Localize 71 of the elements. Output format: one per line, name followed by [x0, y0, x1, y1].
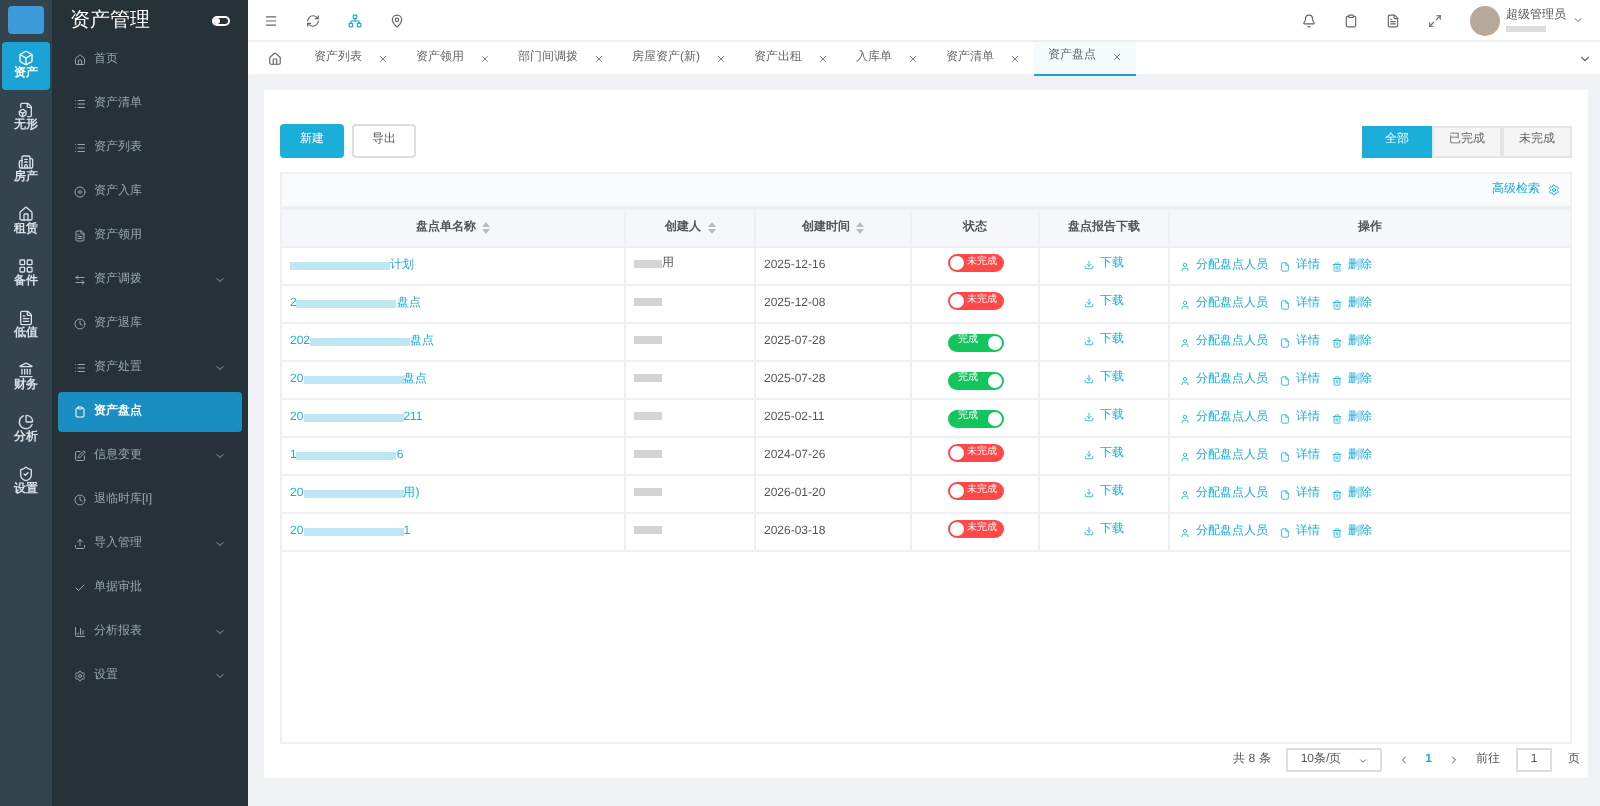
trash-icon[interactable] [1332, 261, 1342, 271]
bell-icon[interactable] [1302, 13, 1316, 27]
redacted-block [634, 260, 662, 269]
trash-icon[interactable] [1332, 299, 1342, 309]
sort-icon[interactable] [482, 222, 490, 234]
settings-icon[interactable] [1548, 184, 1560, 196]
rail-icon [18, 50, 34, 66]
person-icon[interactable] [1180, 337, 1190, 347]
download-icon[interactable] [1084, 449, 1094, 459]
person-icon[interactable] [1180, 375, 1190, 385]
person-icon[interactable] [1180, 413, 1190, 423]
redacted-block [296, 452, 397, 460]
rail-icon [18, 414, 34, 430]
download-icon[interactable] [1084, 373, 1094, 383]
fullscreen-icon[interactable] [1428, 13, 1442, 27]
download-icon[interactable] [1084, 525, 1094, 535]
document-icon[interactable] [1386, 13, 1400, 27]
person-icon[interactable] [1180, 489, 1190, 499]
chevron-icon[interactable] [1578, 51, 1592, 65]
trash-icon[interactable] [1332, 413, 1342, 423]
download-icon[interactable] [1084, 297, 1094, 307]
rail-icon [18, 206, 34, 222]
redacted-block [634, 449, 662, 457]
sort-icon[interactable] [707, 222, 715, 234]
redacted-block [310, 338, 411, 346]
redacted-block [634, 411, 662, 419]
redacted-block [634, 373, 662, 381]
download-icon[interactable] [1084, 259, 1094, 269]
redacted-block [290, 262, 390, 271]
redacted-block [634, 525, 662, 533]
sort-icon[interactable] [856, 222, 864, 234]
person-icon[interactable] [1180, 299, 1190, 309]
trash-icon[interactable] [1332, 337, 1342, 347]
next-icon[interactable] [1448, 754, 1460, 766]
trash-icon[interactable] [1332, 375, 1342, 385]
trash-icon[interactable] [1332, 489, 1342, 499]
logo-icon [8, 6, 44, 34]
redacted-block [303, 490, 404, 498]
person-icon[interactable] [1180, 261, 1190, 271]
chevron-icon[interactable] [1572, 14, 1584, 26]
pin-icon[interactable] [390, 13, 404, 27]
rail-icon [18, 466, 34, 482]
trash-icon[interactable] [1332, 451, 1342, 461]
person-icon[interactable] [1180, 451, 1190, 461]
redacted-block [634, 335, 662, 343]
previous-icon[interactable] [1397, 754, 1410, 766]
redacted-block [303, 376, 404, 384]
chevron-icon [1357, 755, 1368, 765]
toggle-icon[interactable] [212, 15, 230, 25]
redacted-block [303, 528, 404, 536]
person-icon[interactable] [1180, 527, 1190, 537]
rail-icon [18, 154, 34, 170]
redacted-block [1506, 26, 1546, 32]
clipboard-icon[interactable] [1344, 13, 1358, 27]
app-title: 资产管理 [70, 7, 150, 35]
redacted-block [303, 414, 404, 422]
rail-icon [18, 362, 34, 378]
home-icon[interactable] [267, 51, 281, 65]
redacted-block [296, 300, 397, 308]
redacted-block [634, 297, 662, 305]
avatar[interactable] [1470, 5, 1500, 35]
redacted-block [634, 487, 662, 495]
network-icon[interactable] [348, 13, 362, 27]
download-icon[interactable] [1084, 411, 1094, 421]
download-icon[interactable] [1084, 335, 1094, 345]
rail-icon [18, 310, 34, 326]
rail-icon [18, 102, 34, 118]
refresh-icon[interactable] [306, 13, 320, 27]
rail-icon [18, 258, 34, 274]
trash-icon[interactable] [1332, 527, 1342, 537]
download-icon[interactable] [1084, 487, 1094, 497]
